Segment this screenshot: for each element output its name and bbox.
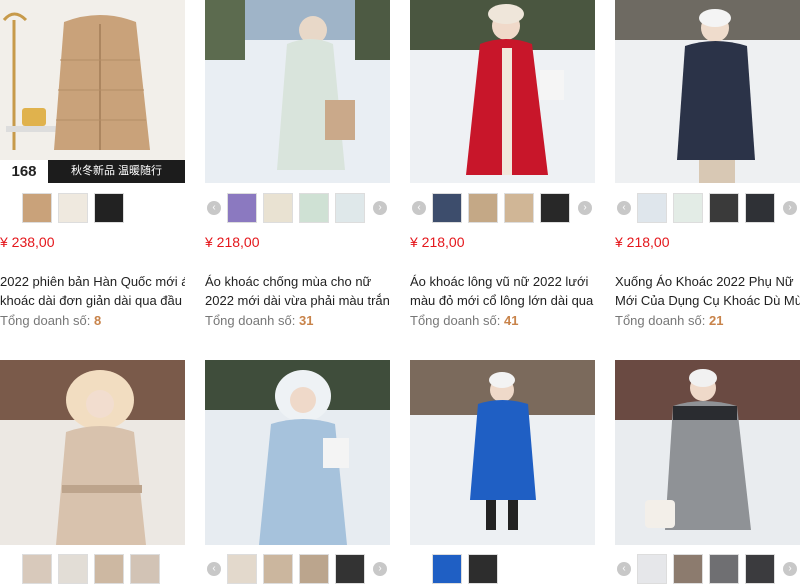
thumbnail-strip: ‹ ›: [615, 193, 800, 225]
product-title-line: Xuống Áo Khoác 2022 Phụ Nữ: [615, 274, 794, 289]
product-title[interactable]: 2022 phiên bản Hàn Quốc mới áo khoác dài…: [0, 272, 185, 310]
promo-price-badge: 168: [0, 160, 48, 183]
thumbnail[interactable]: [58, 193, 88, 223]
product-image[interactable]: 168 秋冬新品 温暖随行: [0, 0, 185, 183]
thumbnail[interactable]: [263, 193, 293, 223]
sales-count: Tổng doanh số: 41: [410, 313, 518, 328]
product-title[interactable]: Xuống Áo Khoác 2022 Phụ Nữ Mới Của Dụng …: [615, 272, 800, 310]
thumbnail[interactable]: [58, 554, 88, 584]
thumbnail[interactable]: [709, 554, 739, 584]
sales-value: 41: [503, 313, 519, 328]
chevron-left-icon[interactable]: ‹: [617, 562, 631, 576]
product-image[interactable]: [205, 360, 390, 545]
chevron-left-icon[interactable]: ‹: [412, 201, 426, 215]
thumbnail[interactable]: [432, 554, 462, 584]
thumbnail[interactable]: [468, 193, 498, 223]
product-title[interactable]: Áo khoác chống mùa cho nữ 2022 mới dài v…: [205, 272, 390, 310]
product-price: ¥ 218,00: [410, 234, 465, 250]
thumbnail[interactable]: [745, 554, 775, 584]
product-image[interactable]: [615, 360, 800, 545]
sales-count: Tổng doanh số: 21: [615, 313, 723, 328]
product-title-line: khoác dài đơn giản dài qua đầu: [0, 293, 182, 308]
thumbnail[interactable]: [22, 554, 52, 584]
thumbnail[interactable]: [673, 193, 703, 223]
product-image[interactable]: [410, 0, 595, 183]
thumbnail[interactable]: [335, 193, 365, 223]
sales-count: Tổng doanh số: 31: [205, 313, 313, 328]
thumbnail[interactable]: [94, 554, 124, 584]
sales-label: Tổng doanh số:: [205, 313, 296, 328]
thumbnail[interactable]: [468, 554, 498, 584]
sales-value: 31: [298, 313, 314, 328]
product-price: ¥ 218,00: [205, 234, 260, 250]
thumbnail[interactable]: [299, 193, 329, 223]
promo-banner: 秋冬新品 温暖随行: [48, 160, 185, 183]
product-image[interactable]: [410, 360, 595, 545]
sales-label: Tổng doanh số:: [410, 313, 501, 328]
product-title[interactable]: Áo khoác lông vũ nữ 2022 lưới màu đỏ mới…: [410, 272, 595, 310]
product-price: ¥ 218,00: [615, 234, 670, 250]
thumbnail-strip: [410, 554, 595, 586]
thumbnail[interactable]: [709, 193, 739, 223]
chevron-left-icon[interactable]: ‹: [207, 562, 221, 576]
chevron-right-icon[interactable]: ›: [373, 201, 387, 215]
chevron-right-icon[interactable]: ›: [373, 562, 387, 576]
thumbnail[interactable]: [637, 193, 667, 223]
product-image[interactable]: [205, 0, 390, 183]
thumbnail[interactable]: [227, 193, 257, 223]
sales-value: 8: [93, 313, 102, 328]
chevron-left-icon[interactable]: ‹: [617, 201, 631, 215]
thumbnail[interactable]: [673, 554, 703, 584]
thumbnail[interactable]: [299, 554, 329, 584]
product-image[interactable]: [615, 0, 800, 183]
thumbnail[interactable]: [540, 193, 570, 223]
thumbnail[interactable]: [745, 193, 775, 223]
chevron-right-icon[interactable]: ›: [783, 562, 797, 576]
chevron-right-icon[interactable]: ›: [578, 201, 592, 215]
product-title-line: Áo khoác lông vũ nữ 2022 lưới: [410, 274, 589, 289]
thumbnail[interactable]: [130, 554, 160, 584]
sales-label: Tổng doanh số:: [0, 313, 91, 328]
product-title-line: Áo khoác chống mùa cho nữ: [205, 274, 372, 289]
thumbnail[interactable]: [637, 554, 667, 584]
product-image[interactable]: [0, 360, 185, 545]
thumbnail[interactable]: [263, 554, 293, 584]
product-title-line: màu đỏ mới cổ lông lớn dài qua: [410, 293, 594, 308]
chevron-right-icon[interactable]: ›: [783, 201, 797, 215]
product-price: ¥ 238,00: [0, 234, 55, 250]
thumbnail[interactable]: [227, 554, 257, 584]
thumbnail-strip: ‹ ›: [205, 554, 390, 586]
chevron-left-icon[interactable]: ‹: [207, 201, 221, 215]
product-title-line: 2022 phiên bản Hàn Quốc mới áo: [0, 274, 185, 289]
thumbnail[interactable]: [432, 193, 462, 223]
thumbnail[interactable]: [94, 193, 124, 223]
thumbnail-strip: ‹ ›: [410, 193, 595, 225]
thumbnail-strip: [0, 554, 185, 586]
thumbnail-strip: ‹ ›: [205, 193, 390, 225]
sales-value: 21: [708, 313, 724, 328]
thumbnail[interactable]: [335, 554, 365, 584]
product-title-line: Mới Của Dụng Cụ Khoác Dù Mùa: [615, 293, 800, 308]
thumbnail-strip: [0, 193, 185, 225]
thumbnail-strip: ‹ ›: [615, 554, 800, 586]
product-title-line: 2022 mới dài vừa phải màu trắng: [205, 293, 390, 308]
sales-count: Tổng doanh số: 8: [0, 313, 101, 328]
thumbnail[interactable]: [22, 193, 52, 223]
sales-label: Tổng doanh số:: [615, 313, 706, 328]
thumbnail[interactable]: [504, 193, 534, 223]
